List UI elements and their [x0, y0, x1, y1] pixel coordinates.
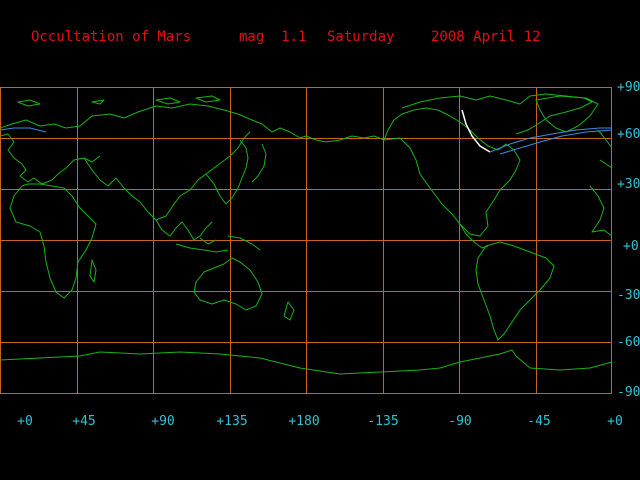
coast-indonesia [175, 235, 261, 253]
lat-label-plus30: +30 [617, 177, 640, 192]
lat-label-minus90: -90 [617, 385, 640, 400]
lat-label-plus60: +60 [617, 127, 640, 142]
coast-china [205, 139, 249, 205]
coast-japan [251, 143, 267, 183]
coast-north-america [383, 107, 521, 237]
coast-arctic-canada [401, 93, 593, 135]
lat-label-plus90: +90 [617, 80, 640, 95]
coast-australia [193, 257, 263, 311]
lon-label-minus90: -90 [448, 414, 472, 429]
coast-madagascar [89, 259, 97, 283]
world-map [0, 87, 613, 394]
lon-label-180: +180 [288, 414, 320, 429]
lon-label-0: +0 [17, 414, 33, 429]
lon-label-0-end: +0 [607, 414, 623, 429]
coast-mideast [83, 131, 251, 221]
lon-label-minus135: -135 [367, 414, 399, 429]
coast-eurasia [0, 103, 385, 143]
track-blue-3 [0, 127, 47, 133]
lat-label-minus30: -30 [617, 288, 640, 303]
lat-label-minus60: -60 [617, 335, 640, 350]
lon-label-90: +90 [151, 414, 175, 429]
coast-seasia [155, 219, 213, 241]
lat-label-0: +0 [623, 239, 639, 254]
track-white [461, 109, 491, 153]
coast-new-zealand [283, 301, 295, 321]
lon-label-45: +45 [72, 414, 96, 429]
coast-greenland [535, 95, 599, 133]
lon-label-135: +135 [216, 414, 248, 429]
lon-label-minus45: -45 [527, 414, 551, 429]
coast-europe-east [589, 129, 613, 237]
